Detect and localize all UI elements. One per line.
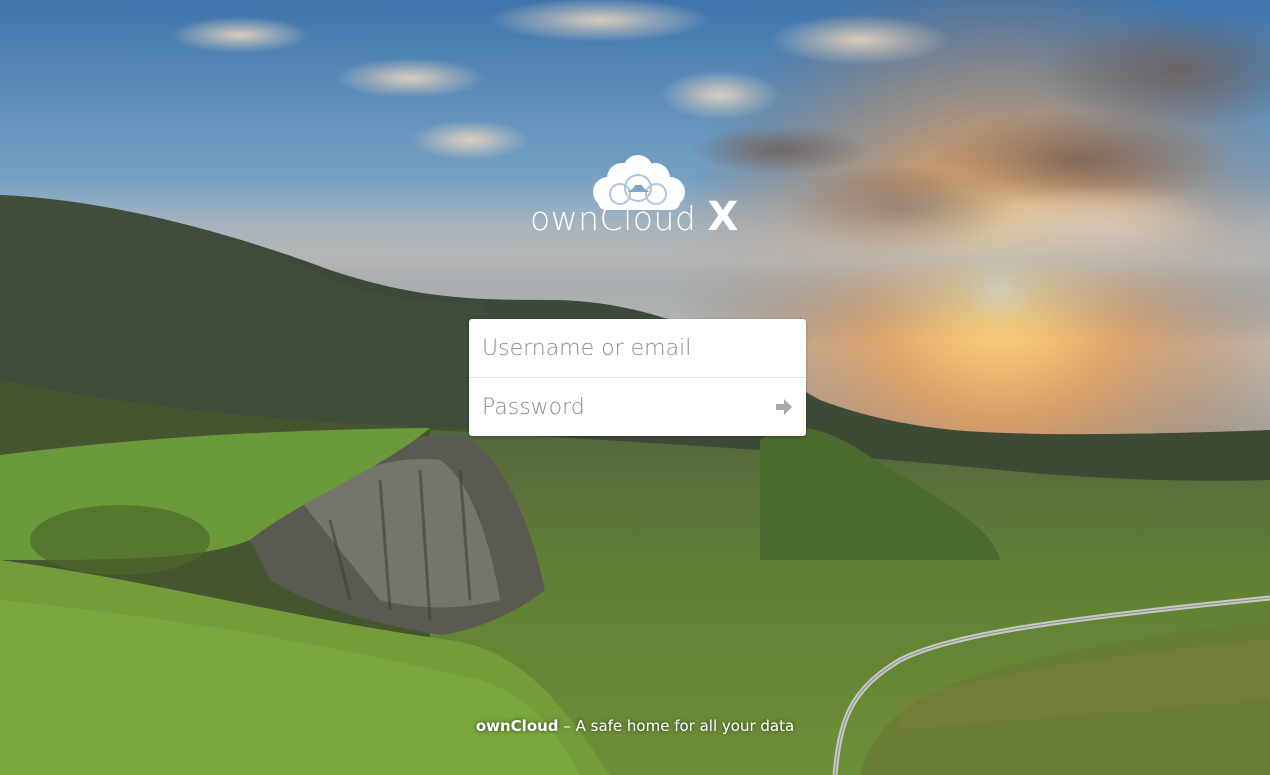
footer-brand[interactable]: ownCloud [476,717,559,735]
login-form [469,319,806,436]
username-input[interactable] [469,319,806,377]
owncloud-logo: ownCloud X [528,150,750,242]
logo-suffix: X [707,194,739,240]
password-input[interactable] [469,378,806,436]
login-submit-button[interactable] [772,395,796,419]
arrow-right-icon [776,399,792,415]
login-page: ownCloud X ownCloud – A safe home for al… [0,0,1270,775]
footer: ownCloud – A safe home for all your data [0,717,1270,735]
footer-slogan: A safe home for all your data [575,717,795,735]
logo-text: ownCloud [530,199,697,238]
footer-separator: – [558,717,576,735]
